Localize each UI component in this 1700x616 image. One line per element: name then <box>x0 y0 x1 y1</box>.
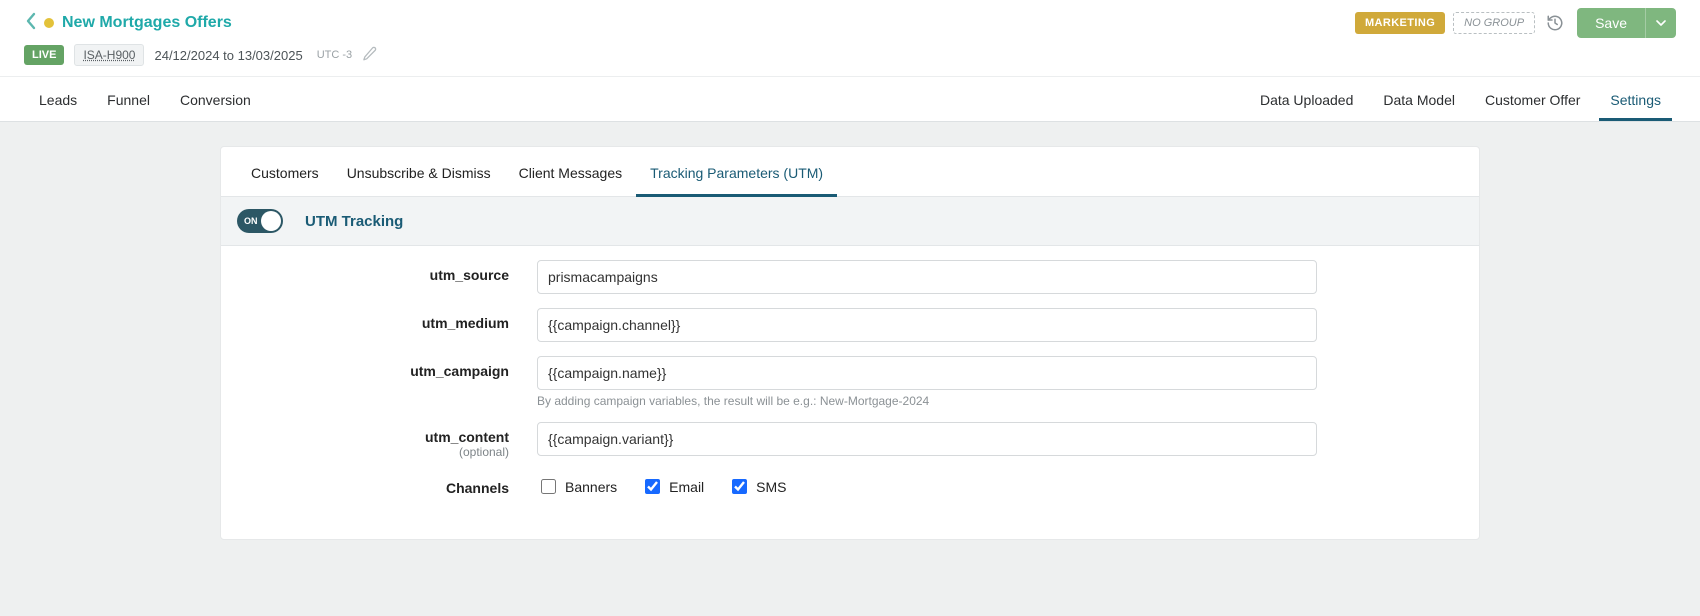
channel-email-checkbox[interactable] <box>645 479 660 494</box>
utm-medium-input[interactable] <box>537 308 1317 342</box>
utm-campaign-help: By adding campaign variables, the result… <box>537 394 1317 408</box>
utm-content-sublabel: (optional) <box>237 445 509 459</box>
channels-label: Channels <box>446 480 509 496</box>
channel-banners-label: Banners <box>565 479 617 495</box>
tab-settings[interactable]: Settings <box>1595 77 1676 121</box>
tab-conversion[interactable]: Conversion <box>165 77 266 121</box>
channel-email-label: Email <box>669 479 704 495</box>
subtab-customers[interactable]: Customers <box>237 147 333 196</box>
panel-title: UTM Tracking <box>305 213 403 230</box>
live-badge: LIVE <box>24 45 64 65</box>
utm-content-label: utm_content <box>425 429 509 445</box>
utm-source-input[interactable] <box>537 260 1317 294</box>
utm-campaign-label: utm_campaign <box>410 363 509 379</box>
utm-medium-label: utm_medium <box>422 315 509 331</box>
utm-source-label: utm_source <box>430 267 509 283</box>
tab-data-model[interactable]: Data Model <box>1368 77 1470 121</box>
subtab-unsubscribe[interactable]: Unsubscribe & Dismiss <box>333 147 505 196</box>
pencil-icon[interactable] <box>362 46 377 64</box>
channel-email-item[interactable]: Email <box>641 476 704 497</box>
utm-content-input[interactable] <box>537 422 1317 456</box>
campaign-tag[interactable]: ISA-H900 <box>74 44 144 66</box>
toggle-on-label: ON <box>244 216 258 226</box>
tab-customer-offer[interactable]: Customer Offer <box>1470 77 1595 121</box>
status-dot-icon <box>44 18 54 28</box>
channel-sms-item[interactable]: SMS <box>728 476 786 497</box>
history-icon[interactable] <box>1545 13 1565 33</box>
utm-tracking-toggle[interactable]: ON <box>237 209 283 233</box>
tab-data-uploaded[interactable]: Data Uploaded <box>1245 77 1368 121</box>
channel-sms-checkbox[interactable] <box>732 479 747 494</box>
marketing-badge[interactable]: MARKETING <box>1355 12 1445 34</box>
channel-banners-checkbox[interactable] <box>541 479 556 494</box>
save-button-group: Save <box>1577 8 1676 38</box>
channel-sms-label: SMS <box>756 479 786 495</box>
tab-funnel[interactable]: Funnel <box>92 77 165 121</box>
channel-banners-item[interactable]: Banners <box>537 476 617 497</box>
date-range: 24/12/2024 to 13/03/2025 <box>154 48 302 63</box>
subtab-tracking[interactable]: Tracking Parameters (UTM) <box>636 147 837 196</box>
tab-leads[interactable]: Leads <box>24 77 92 121</box>
no-group-badge[interactable]: NO GROUP <box>1453 12 1535 34</box>
save-button[interactable]: Save <box>1577 8 1645 38</box>
utm-campaign-input[interactable] <box>537 356 1317 390</box>
utc-offset: UTC -3 <box>317 49 352 61</box>
page-title: New Mortgages Offers <box>62 14 232 32</box>
subtab-client-messages[interactable]: Client Messages <box>505 147 637 196</box>
back-chevron-icon[interactable] <box>24 12 38 34</box>
toggle-knob <box>261 211 281 231</box>
save-dropdown-button[interactable] <box>1645 8 1676 38</box>
settings-card: Customers Unsubscribe & Dismiss Client M… <box>220 146 1480 540</box>
